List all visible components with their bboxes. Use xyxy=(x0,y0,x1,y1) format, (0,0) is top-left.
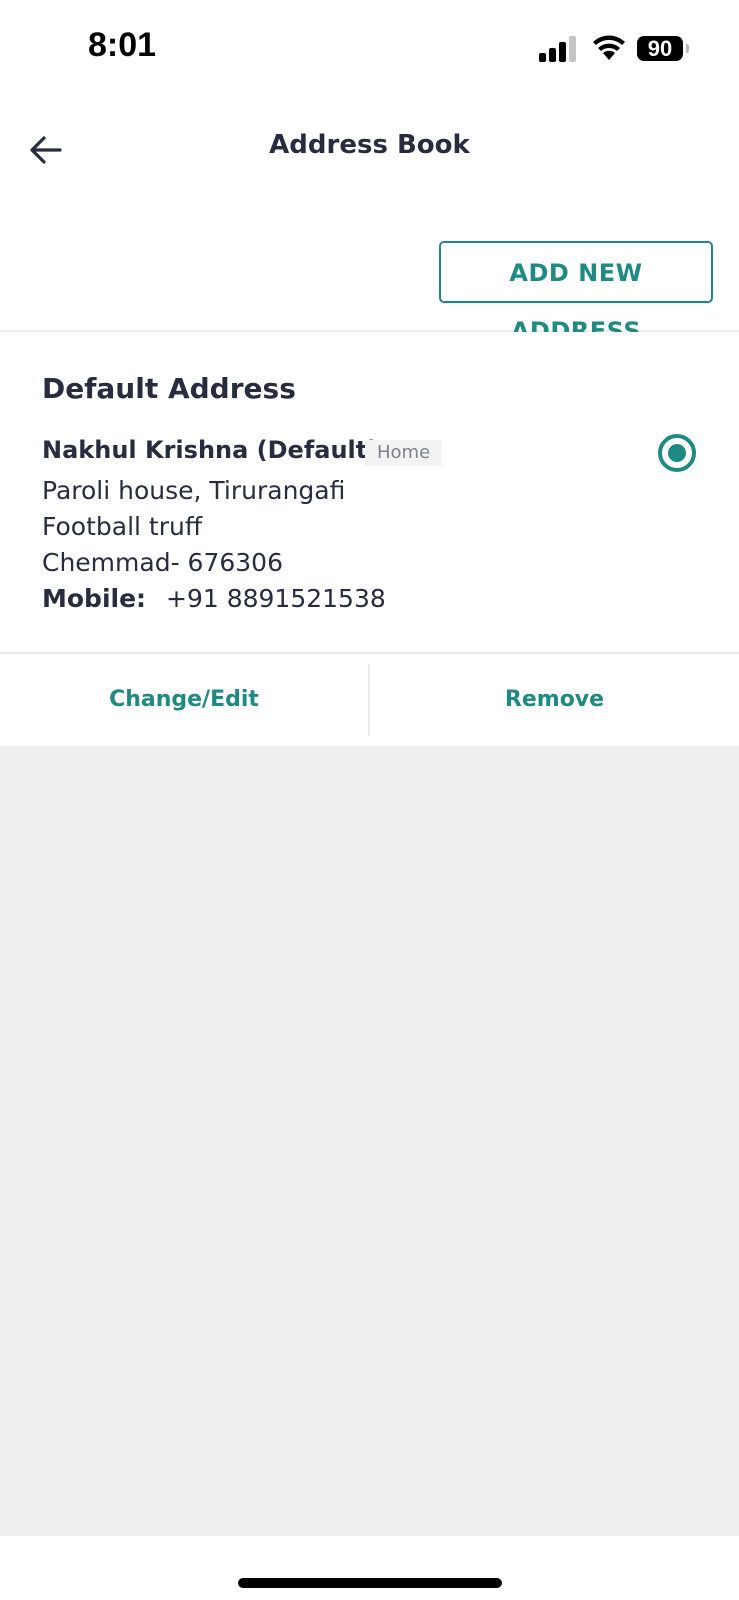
address-line-1: Paroli house, Tirurangafi xyxy=(42,476,346,505)
radio-selected-dot xyxy=(668,444,686,462)
address-actions: Change/Edit Remove xyxy=(0,654,739,746)
address-name: Nakhul Krishna (Default) xyxy=(42,436,379,464)
mobile-value: +91 8891521538 xyxy=(166,584,386,613)
battery-tip xyxy=(686,44,689,53)
page-title: Address Book xyxy=(269,130,470,160)
home-indicator-area xyxy=(0,1536,739,1600)
address-card: Default Address Nakhul Krishna (Default)… xyxy=(0,332,739,654)
header: Address Book xyxy=(0,100,739,212)
change-edit-button[interactable]: Change/Edit xyxy=(0,654,368,746)
address-type-tag: Home xyxy=(365,440,443,466)
mobile-line: Mobile: +91 8891521538 xyxy=(42,584,386,613)
default-address-radio[interactable] xyxy=(658,434,696,472)
remove-button[interactable]: Remove xyxy=(370,654,739,746)
status-bar: 8:01 90 xyxy=(0,0,739,100)
signal-icon xyxy=(539,36,576,62)
add-address-row: ADD NEW ADDRESS xyxy=(0,212,739,345)
address-line-2: Football truff xyxy=(42,512,203,541)
battery-level: 90 xyxy=(637,36,683,61)
wifi-icon xyxy=(593,35,625,60)
battery-icon: 90 xyxy=(637,36,689,61)
address-line-3: Chemmad- 676306 xyxy=(42,548,283,577)
add-new-address-button[interactable]: ADD NEW ADDRESS xyxy=(439,241,713,345)
section-title: Default Address xyxy=(42,372,296,405)
home-indicator[interactable] xyxy=(238,1578,502,1588)
empty-background xyxy=(0,746,739,1536)
mobile-label: Mobile: xyxy=(42,584,147,613)
status-time: 8:01 xyxy=(88,26,157,64)
